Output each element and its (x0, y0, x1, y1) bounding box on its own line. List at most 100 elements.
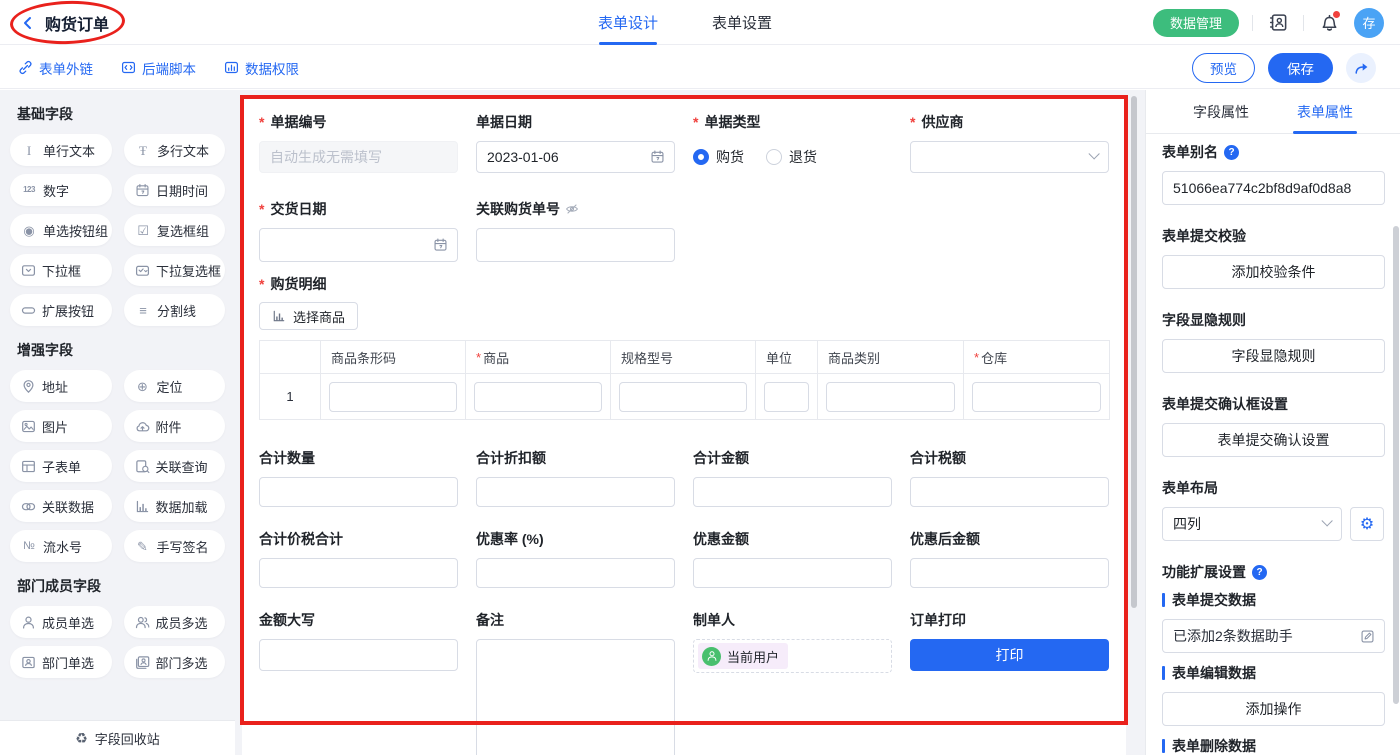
barcode-input[interactable] (329, 382, 457, 412)
field-item-attachment[interactable]: 附件 (124, 410, 226, 442)
tab-field-props[interactable]: 字段属性 (1193, 90, 1249, 134)
field-order-print[interactable]: 订单打印 打印 (910, 610, 1109, 671)
field-item-data-load[interactable]: 数据加载 (124, 490, 226, 522)
field-after-discount[interactable]: 优惠后金额 (910, 529, 1109, 588)
field-doc-no[interactable]: 单据编号 (259, 112, 458, 173)
preview-button[interactable]: 预览 (1192, 53, 1255, 83)
field-item-address[interactable]: 地址 (10, 370, 112, 402)
product-input[interactable] (474, 382, 602, 412)
confirm-settings-button[interactable]: 表单提交确认设置 (1162, 423, 1385, 457)
field-creator[interactable]: 制单人 当前用户 (693, 610, 892, 673)
doc-no-input[interactable] (259, 141, 458, 173)
address-book-button[interactable] (1266, 11, 1290, 35)
field-total-discount[interactable]: 合计折扣额 (476, 448, 675, 507)
select-product-button[interactable]: 选择商品 (259, 302, 358, 330)
field-total-with-tax[interactable]: 合计价税合计 (259, 529, 458, 588)
visibility-rules-button[interactable]: 字段显隐规则 (1162, 339, 1385, 373)
add-validation-button[interactable]: 添加校验条件 (1162, 255, 1385, 289)
back-nav[interactable]: 购货订单 (20, 0, 109, 45)
amount-words-input[interactable] (259, 639, 458, 671)
field-total-amount[interactable]: 合计金额 (693, 448, 892, 507)
field-item-radio-group[interactable]: ◉单选按钮组 (10, 214, 112, 246)
radio-purchase[interactable]: 购货 (693, 147, 744, 167)
field-doc-date[interactable]: 单据日期 (476, 112, 675, 173)
related-no-input[interactable] (476, 228, 675, 262)
total-tax-input[interactable] (910, 477, 1109, 507)
supplier-select[interactable] (910, 141, 1109, 173)
edit-icon[interactable] (1360, 629, 1375, 644)
field-item-checkbox-group[interactable]: ☑复选框组 (124, 214, 225, 246)
field-item-dept-multi[interactable]: 部门多选 (124, 646, 226, 678)
tab-form-design[interactable]: 表单设计 (598, 0, 658, 45)
unit-input[interactable] (764, 382, 809, 412)
field-item-linked-query[interactable]: 关联查询 (124, 450, 226, 482)
field-related-order[interactable]: 关联购货单号 (476, 199, 675, 262)
field-item-dept-single[interactable]: 部门单选 (10, 646, 112, 678)
field-item-extend-button[interactable]: 扩展按钮 (10, 294, 112, 326)
field-supplier[interactable]: 供应商 (910, 112, 1109, 173)
calendar-icon[interactable] (650, 150, 665, 165)
share-button[interactable] (1346, 53, 1376, 83)
warehouse-input[interactable] (972, 382, 1101, 412)
field-item-image[interactable]: 图片 (10, 410, 112, 442)
radio-on-icon[interactable] (693, 149, 709, 165)
radio-return[interactable]: 退货 (766, 147, 817, 167)
tab-form-settings[interactable]: 表单设置 (712, 0, 772, 45)
radio-off-icon[interactable] (766, 149, 782, 165)
discount-amount-input[interactable] (693, 558, 892, 588)
field-remark[interactable]: 备注 (476, 610, 675, 755)
doc-date-input-el[interactable] (487, 149, 664, 165)
field-item-member-single[interactable]: 成员单选 (10, 606, 112, 638)
field-discount-amount[interactable]: 优惠金额 (693, 529, 892, 588)
creator-box[interactable]: 当前用户 (693, 639, 892, 673)
after-discount-input[interactable] (910, 558, 1109, 588)
tab-form-props[interactable]: 表单属性 (1297, 90, 1353, 134)
field-item-divider[interactable]: ≡分割线 (124, 294, 225, 326)
backend-script-button[interactable]: 后端脚本 (121, 58, 196, 78)
field-total-tax[interactable]: 合计税额 (910, 448, 1109, 507)
canvas-scrollbar[interactable] (1131, 96, 1137, 608)
save-button[interactable]: 保存 (1268, 53, 1333, 83)
field-item-datetime[interactable]: 日期时间 (124, 174, 225, 206)
layout-gear-button[interactable]: ⚙ (1350, 507, 1384, 541)
field-item-signature[interactable]: ✎手写签名 (124, 530, 226, 562)
field-item-member-multi[interactable]: 成员多选 (124, 606, 226, 638)
notification-button[interactable] (1317, 11, 1341, 35)
add-edit-action-button[interactable]: 添加操作 (1162, 692, 1385, 726)
data-manage-button[interactable]: 数据管理 (1153, 9, 1239, 37)
field-item-serial-number[interactable]: №流水号 (10, 530, 112, 562)
field-item-multi-dropdown[interactable]: 下拉复选框 (124, 254, 225, 286)
category-input[interactable] (826, 382, 955, 412)
spec-input[interactable] (619, 382, 747, 412)
chevron-left-icon[interactable] (20, 15, 36, 31)
print-button[interactable]: 打印 (910, 639, 1109, 671)
field-item-number[interactable]: 123数字 (10, 174, 112, 206)
field-item-linked-data[interactable]: 关联数据 (10, 490, 112, 522)
field-amount-words[interactable]: 金额大写 (259, 610, 458, 671)
alias-input[interactable]: 51066ea774c2bf8d9af0d8a8 (1162, 171, 1385, 205)
field-item-multi-text[interactable]: Ŧ多行文本 (124, 134, 225, 166)
external-link-button[interactable]: 表单外链 (18, 58, 93, 78)
field-item-dropdown[interactable]: 下拉框 (10, 254, 112, 286)
field-recycle-bin[interactable]: ♻ 字段回收站 (0, 720, 235, 755)
field-total-qty[interactable]: 合计数量 (259, 448, 458, 507)
total-discount-input[interactable] (476, 477, 675, 507)
field-delivery-date[interactable]: 交货日期 (259, 199, 458, 262)
layout-select[interactable]: 四列 (1162, 507, 1342, 541)
doc-date-input[interactable] (476, 141, 675, 173)
total-amount-input[interactable] (693, 477, 892, 507)
total-qty-input[interactable] (259, 477, 458, 507)
question-icon[interactable]: ? (1224, 145, 1239, 160)
field-item-single-text[interactable]: I单行文本 (10, 134, 112, 166)
field-doc-type[interactable]: 单据类型 购货 退货 (693, 112, 892, 173)
field-item-locate[interactable]: ⊕定位 (124, 370, 226, 402)
discount-rate-input[interactable] (476, 558, 675, 588)
panel-scrollbar[interactable] (1393, 226, 1399, 704)
total-with-tax-input[interactable] (259, 558, 458, 588)
form-canvas[interactable]: 单据编号 单据日期 单据类型 购货 退货 (242, 97, 1126, 755)
field-item-subform[interactable]: 子表单 (10, 450, 112, 482)
submit-data-box[interactable]: 已添加2条数据助手 (1162, 619, 1385, 653)
calendar-icon[interactable] (433, 238, 448, 253)
data-permission-button[interactable]: 数据权限 (224, 58, 299, 78)
question-icon[interactable]: ? (1252, 565, 1267, 580)
